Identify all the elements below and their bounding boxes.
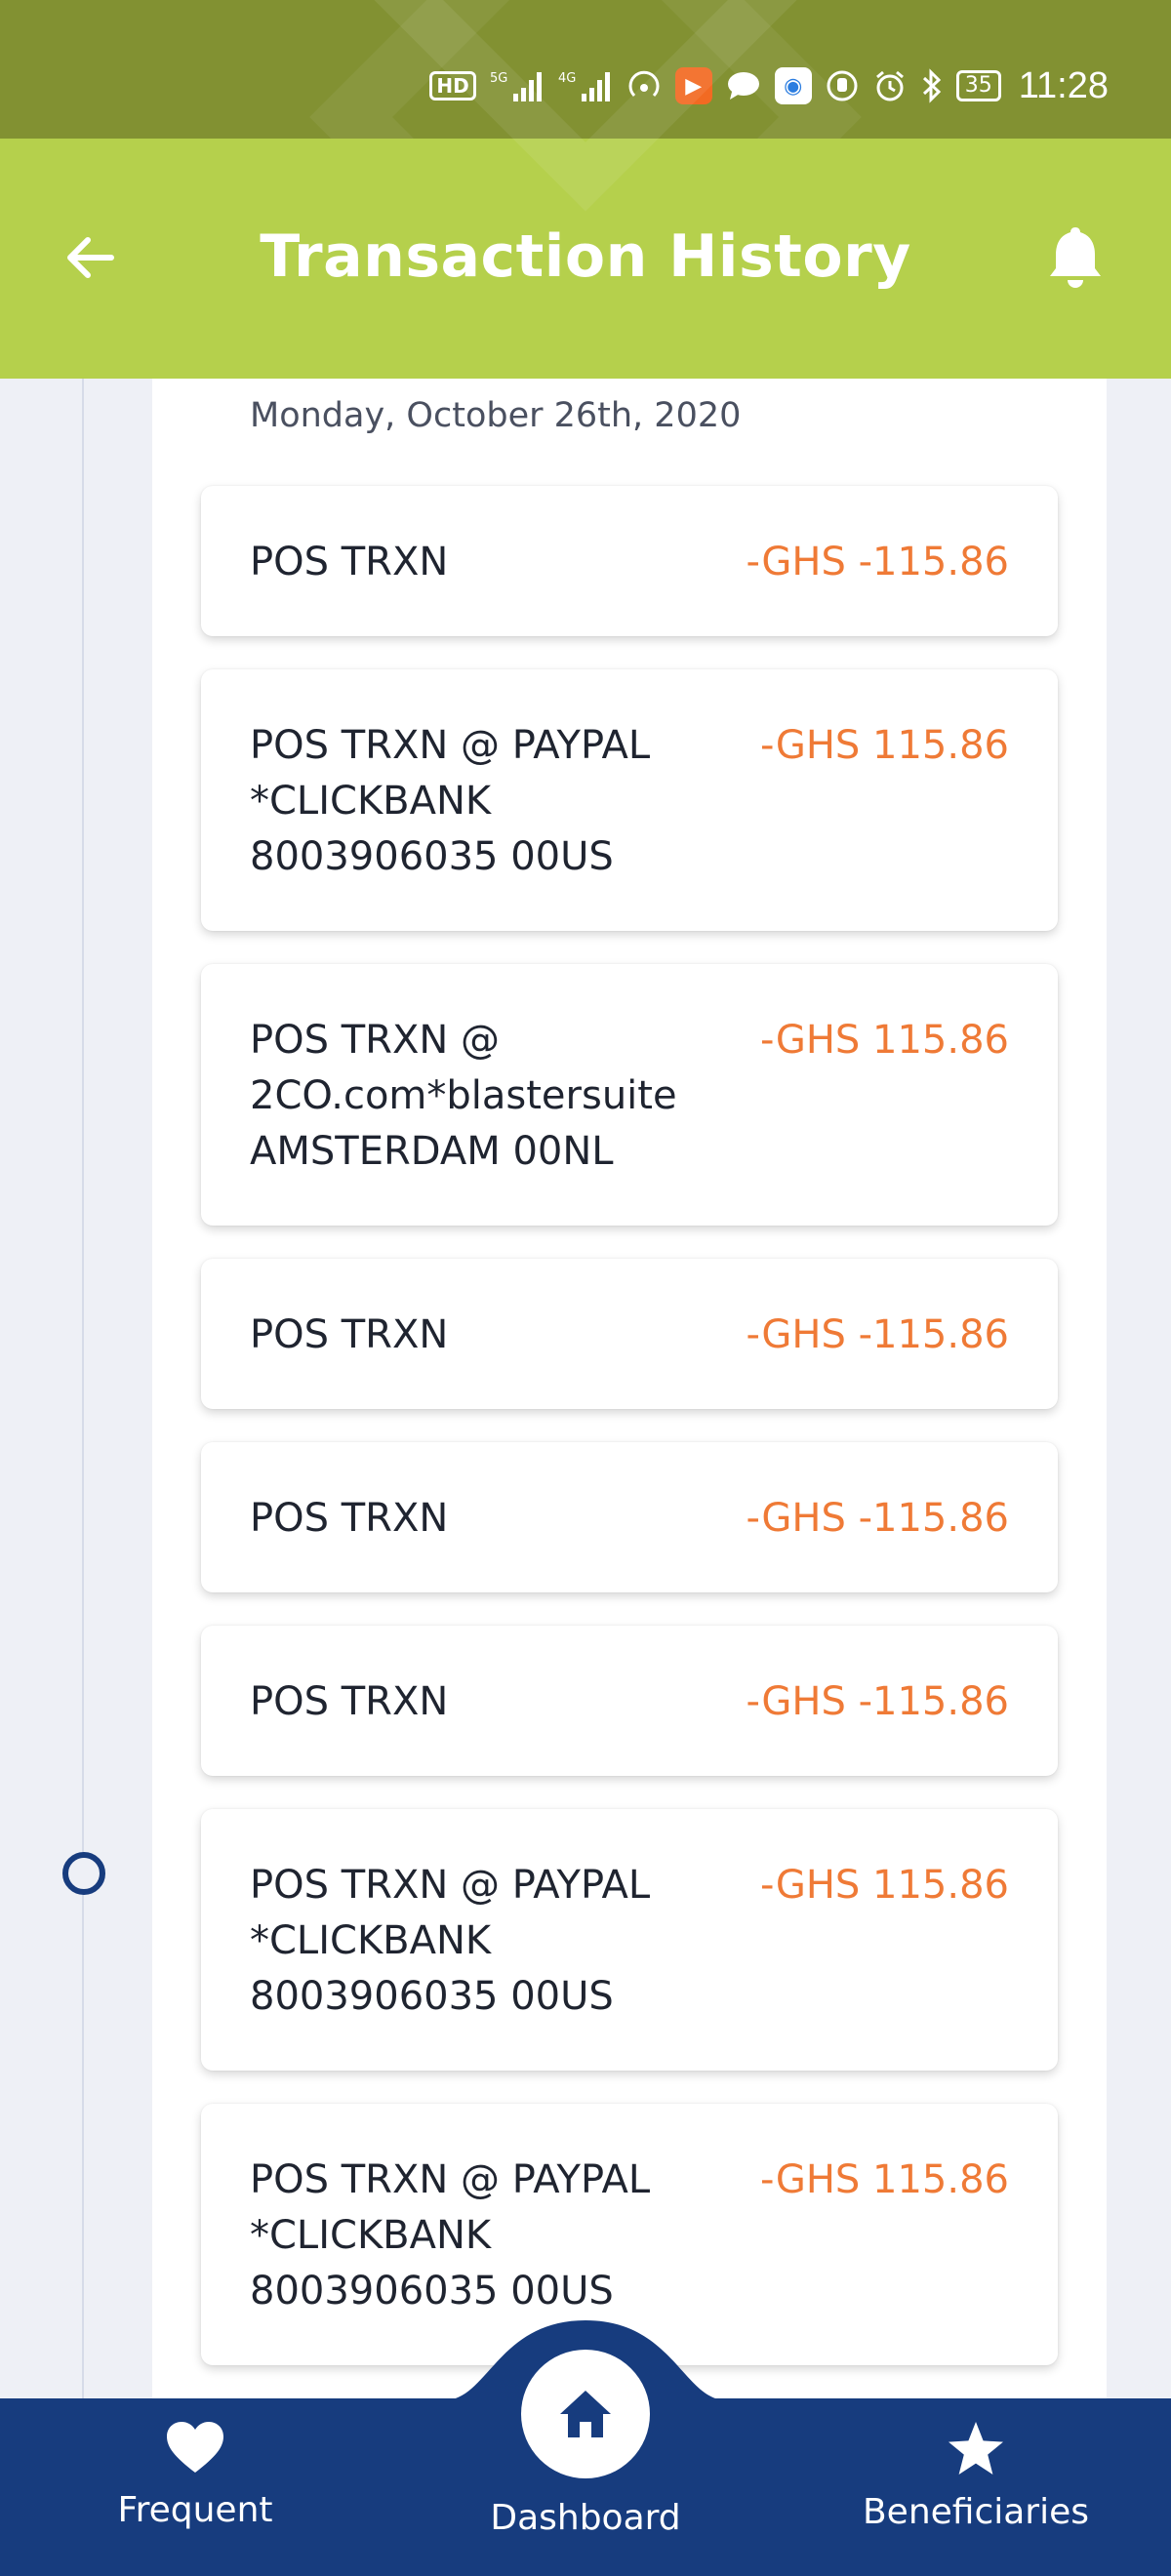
nav-beneficiaries-label: Beneficiaries: [862, 2492, 1090, 2532]
transaction-card[interactable]: POS TRXN -GHS -115.86: [201, 1626, 1058, 1776]
transaction-description: POS TRXN @ 2CO.com*blastersuite AMSTERDA…: [250, 1018, 677, 1174]
transactions-panel: Monday, October 26th, 2020 POS TRXN -GHS…: [152, 379, 1107, 2398]
transaction-card[interactable]: POS TRXN @ PAYPAL *CLICKBANK 8003906035 …: [201, 1809, 1058, 2071]
transaction-amount: -GHS -115.86: [746, 1679, 1009, 1724]
transaction-description: POS TRXN: [250, 540, 449, 584]
heart-icon: [167, 2422, 223, 2473]
transaction-amount: -GHS -115.86: [746, 1312, 1009, 1357]
transaction-description: POS TRXN: [250, 1679, 449, 1724]
transaction-card[interactable]: POS TRXN -GHS -115.86: [201, 1259, 1058, 1409]
battery-indicator: 35: [955, 70, 1001, 101]
transaction-description: POS TRXN @ PAYPAL *CLICKBANK 8003906035 …: [250, 723, 651, 879]
page-title: Transaction History: [260, 222, 911, 291]
date-header: Monday, October 26th, 2020: [250, 396, 742, 435]
timeline-line: [82, 379, 84, 2398]
transaction-description: POS TRXN @ PAYPAL *CLICKBANK 8003906035 …: [250, 2157, 651, 2314]
transaction-amount: -GHS 115.86: [759, 1863, 1009, 1908]
app-header: Transaction History: [0, 0, 1171, 379]
nav-frequent[interactable]: Frequent: [49, 2420, 342, 2530]
transaction-description: POS TRXN: [250, 1312, 449, 1357]
transaction-amount: -GHS 115.86: [759, 1018, 1009, 1063]
star-icon: [949, 2422, 1003, 2475]
alarm-icon: [872, 68, 908, 103]
notifications-button[interactable]: [1038, 217, 1112, 299]
timeline-marker: [62, 1852, 105, 1895]
transaction-card[interactable]: POS TRXN -GHS -115.86: [201, 486, 1058, 636]
gesture-icon: [826, 69, 859, 102]
transaction-card[interactable]: POS TRXN -GHS -115.86: [201, 1442, 1058, 1592]
transaction-amount: -GHS 115.86: [759, 2157, 1009, 2202]
home-icon: [560, 2391, 611, 2437]
bluetooth-icon: [921, 68, 943, 103]
transaction-amount: -GHS -115.86: [746, 540, 1009, 584]
transaction-amount: -GHS 115.86: [759, 723, 1009, 768]
nav-beneficiaries[interactable]: Beneficiaries: [829, 2420, 1122, 2532]
nav-dashboard-button[interactable]: [521, 2350, 650, 2478]
transaction-card[interactable]: POS TRXN @ PAYPAL *CLICKBANK 8003906035 …: [201, 669, 1058, 931]
bell-icon: [1050, 227, 1101, 288]
clock: 11:28: [1018, 64, 1109, 106]
transaction-amount: -GHS -115.86: [746, 1496, 1009, 1541]
transaction-card[interactable]: POS TRXN @ 2CO.com*blastersuite AMSTERDA…: [201, 964, 1058, 1226]
transaction-description: POS TRXN @ PAYPAL *CLICKBANK 8003906035 …: [250, 1863, 651, 2019]
nav-frequent-label: Frequent: [117, 2490, 273, 2530]
chat-icon: [726, 70, 761, 101]
nav-dashboard-label[interactable]: Dashboard: [439, 2498, 732, 2538]
transaction-description: POS TRXN: [250, 1496, 449, 1541]
browser-app-icon: ◉: [774, 67, 812, 104]
